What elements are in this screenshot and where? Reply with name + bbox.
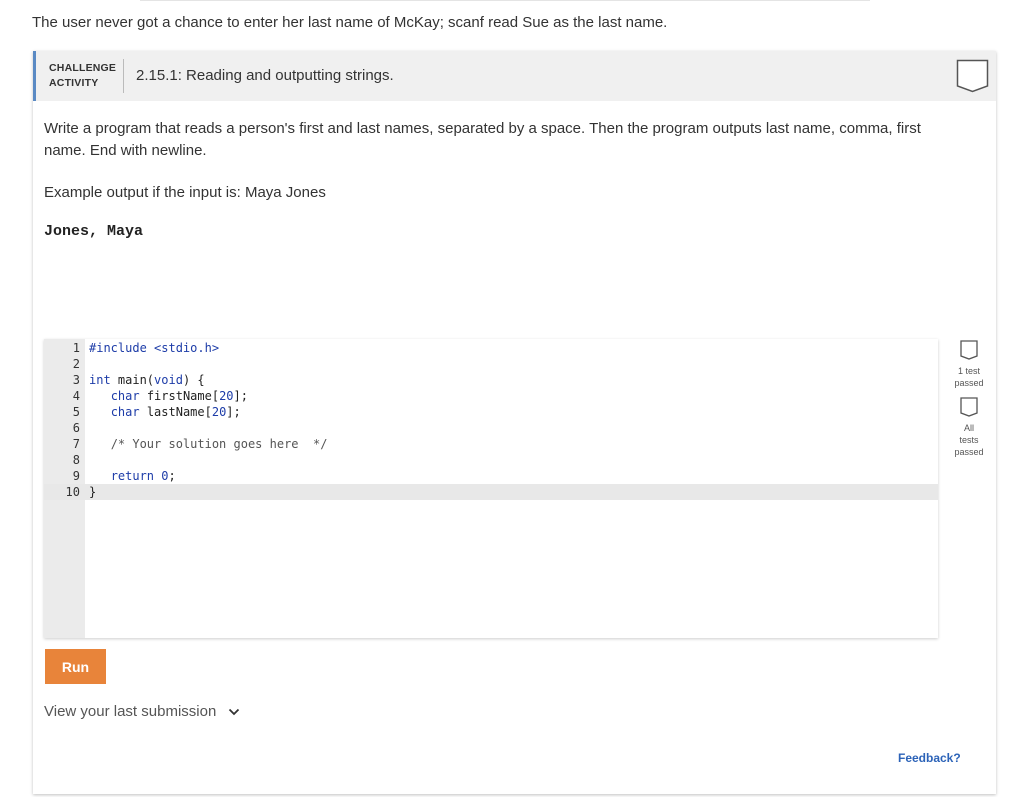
line-number: 8: [72, 453, 80, 467]
line-number: 3: [72, 373, 80, 387]
code-keyword: char: [110, 405, 140, 419]
code-number: 20: [211, 405, 227, 419]
code-line[interactable]: 6: [44, 420, 938, 436]
view-last-submission-toggle[interactable]: View your last submission: [44, 703, 240, 720]
code-keyword: int: [89, 373, 111, 387]
code-line[interactable]: 5 char lastName[20];: [44, 404, 938, 420]
example-output: Jones, Maya: [44, 223, 144, 240]
line-number: 7: [72, 437, 80, 451]
code-text: }: [89, 485, 97, 499]
code-text: ];: [226, 405, 241, 419]
test-status-all: All tests passed: [954, 397, 984, 458]
code-text: lastName[: [139, 405, 212, 419]
activity-type-line1: CHALLENGE: [49, 62, 117, 74]
activity-type-label: CHALLENGE ACTIVITY: [49, 61, 116, 91]
completion-check-box-icon: [956, 59, 989, 93]
line-number: 4: [72, 389, 80, 403]
test-status-label: All tests passed: [954, 423, 984, 457]
example-prompt: Example output if the input is: Maya Jon…: [44, 184, 326, 201]
code-keyword: char: [110, 389, 140, 403]
feedback-link[interactable]: Feedback?: [898, 751, 961, 765]
code-editor[interactable]: 1 #include <stdio.h> 2 3 int main(void) …: [44, 339, 938, 638]
chevron-down-icon: [229, 708, 240, 715]
code-number: 0: [161, 469, 169, 483]
test-status-one: 1 test passed: [954, 340, 984, 389]
code-keyword: void: [154, 373, 183, 387]
code-comment: /* Your solution goes here */: [110, 437, 328, 451]
code-text: ) {: [182, 373, 205, 387]
code-line[interactable]: 4 char firstName[20];: [44, 388, 938, 404]
top-divider: [140, 0, 870, 1]
check-box-icon: [960, 397, 978, 417]
run-button[interactable]: Run: [45, 649, 106, 684]
line-number: 1: [72, 341, 80, 355]
line-number: 10: [65, 485, 80, 499]
activity-title: 2.15.1: Reading and outputting strings.: [136, 67, 394, 84]
line-number: 9: [72, 469, 80, 483]
code-text: firstName[: [139, 389, 220, 403]
code-line[interactable]: 2: [44, 356, 938, 372]
problem-description: Write a program that reads a person's fi…: [44, 120, 921, 159]
code-text: #include <stdio.h>: [89, 341, 220, 355]
activity-header: CHALLENGE ACTIVITY 2.15.1: Reading and o…: [33, 51, 996, 101]
code-text: main(: [110, 373, 155, 387]
line-number: 5: [72, 405, 80, 419]
challenge-activity-card: CHALLENGE ACTIVITY 2.15.1: Reading and o…: [33, 51, 996, 794]
activity-type-line2: ACTIVITY: [49, 77, 99, 89]
code-line[interactable]: 9 return 0;: [44, 468, 938, 484]
code-line[interactable]: 3 int main(void) {: [44, 372, 938, 388]
code-text: ;: [168, 469, 176, 483]
line-number: 6: [72, 421, 80, 435]
code-keyword: return: [110, 469, 155, 483]
code-number: 20: [219, 389, 234, 403]
intro-text: The user never got a chance to enter her…: [32, 14, 668, 31]
view-last-submission-label: View your last submission: [44, 703, 217, 720]
code-line[interactable]: 7 /* Your solution goes here */: [44, 436, 938, 452]
code-line[interactable]: 8: [44, 452, 938, 468]
code-line[interactable]: 1 #include <stdio.h>: [44, 340, 938, 356]
header-divider: [123, 59, 124, 93]
check-box-icon: [960, 340, 978, 360]
test-status-label: 1 test passed: [954, 366, 984, 388]
code-line-active[interactable]: 10 }: [44, 484, 938, 500]
code-text: ];: [233, 389, 248, 403]
line-number: 2: [72, 357, 80, 371]
